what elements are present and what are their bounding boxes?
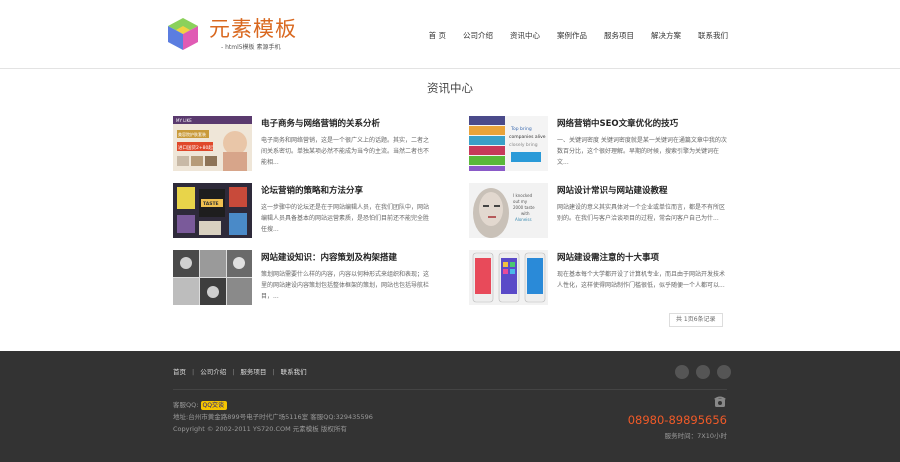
footer-copyright: Copyright © 2002-2011 YS720.COM 元素模板 版权所…: [173, 425, 347, 433]
footer-phone: 08980-89895656: [627, 413, 727, 427]
nav-item-home[interactable]: 首 页: [429, 30, 446, 44]
article-summary: 网站建设的意义其实具体对一个企业或单位而言，都是不有所区别的。在我们与客户洽谈项…: [557, 204, 726, 222]
article-title[interactable]: 网站建设知识：内容策划及构架搭建: [261, 253, 397, 264]
nav-item-cases[interactable]: 案例作品: [557, 30, 587, 44]
main-nav: 首 页 公司介绍 资讯中心 案例作品 服务项目 解决方案 联系我们: [412, 30, 728, 44]
svg-text:with: with: [521, 211, 530, 216]
article-title[interactable]: 电子商务与网络营销的关系分析: [261, 119, 380, 130]
logo[interactable]: 元素模板 - html5模板 素源手机: [165, 16, 297, 56]
footer-nav-about[interactable]: 公司介绍: [200, 368, 226, 377]
svg-text:Top bring: Top bring: [510, 126, 532, 132]
article-item: TASTE 论坛营销的策略和方法分享 这一步骤中的论坛还是在于网站编辑人员，在我…: [173, 183, 433, 238]
qq-label: 客服QQ:: [173, 401, 199, 409]
article-summary: 电子商务和网络营销，这是一个很广义上的话题。其实，二者之间关系密切。单独某项必然…: [261, 137, 430, 166]
article-title[interactable]: 论坛营销的策略和方法分享: [261, 186, 363, 197]
qq-chat-label: QQ交谈: [202, 401, 224, 409]
footer-info: 客服QQ: QQ交谈 地址:台州市黄金路899号电子时代广场5116室 客服QQ…: [173, 399, 373, 435]
logo-title: 元素模板: [209, 17, 297, 41]
svg-text:MY LIKE: MY LIKE: [176, 118, 192, 123]
nav-item-contact[interactable]: 联系我们: [698, 30, 728, 44]
footer-nav-contact[interactable]: 联系我们: [281, 368, 307, 377]
weibo-social-icon[interactable]: [696, 365, 710, 379]
svg-text:进口国货2+80起: 进口国货2+80起: [178, 144, 213, 151]
article-item: I knocked out my 2000 taste with Aloneis…: [469, 183, 729, 238]
article-item: MY LIKE 美容院护肤套装 进口国货2+80起 电子商务与网络营销的关系分析…: [173, 116, 433, 171]
footer-nav-services[interactable]: 服务项目: [240, 368, 266, 377]
article-thumbnail[interactable]: TASTE: [173, 183, 252, 238]
article-summary: 这一步骤中的论坛还是在于网站编辑人员，在我们团队中，网站编辑人员具备基本的网站运…: [261, 204, 430, 233]
article-item: Top bring companies alive closely bring …: [469, 116, 729, 171]
footer-address: 地址:台州市黄金路899号电子时代广场5116室 客服QQ:329435596: [173, 413, 373, 421]
footer-nav-separator: |: [232, 368, 235, 376]
article-item: 网站建设需注意的十大事项 现在基本每个大学都开设了计算机专业，而且由于网站开发技…: [469, 250, 729, 305]
footer-nav-separator: |: [192, 368, 195, 376]
footer-service-hours: 服务时间：7X10小时: [664, 432, 727, 440]
nav-item-about[interactable]: 公司介绍: [463, 30, 493, 44]
article-title[interactable]: 网站设计常识与网站建设教程: [557, 186, 668, 197]
logo-subtitle: - html5模板 素源手机: [221, 44, 281, 51]
svg-text:out my: out my: [513, 199, 528, 204]
svg-text:2000 taste: 2000 taste: [513, 205, 535, 210]
phone-icon: [714, 396, 726, 407]
svg-text:I knocked: I knocked: [513, 193, 533, 198]
article-item: 网站建设知识：内容策划及构架搭建 策划网站需要什么样的内容，内容以何种形式来组织…: [173, 250, 433, 305]
footer-divider: [173, 389, 727, 390]
qq-chat-button[interactable]: QQ交谈: [200, 400, 227, 410]
svg-text:companies alive: companies alive: [509, 134, 546, 140]
nav-item-services[interactable]: 服务项目: [604, 30, 634, 44]
article-summary: 策划网站需要什么样的内容，内容以何种形式来组织和表现；这里的网站建设内容策划包括…: [261, 271, 430, 300]
site-header: 元素模板 - html5模板 素源手机 首 页 公司介绍 资讯中心 案例作品 服…: [0, 0, 900, 69]
svg-text:TASTE: TASTE: [203, 201, 219, 207]
social-icons: [675, 365, 738, 379]
svg-text:美容院护肤套装: 美容院护肤套装: [178, 131, 206, 137]
svg-text:closely bring: closely bring: [509, 142, 538, 148]
article-thumbnail[interactable]: I knocked out my 2000 taste with Aloneis…: [469, 183, 548, 238]
nav-item-solutions[interactable]: 解决方案: [651, 30, 681, 44]
section-title: 资讯中心: [427, 81, 473, 95]
article-title[interactable]: 网络营销中SEO文章优化的技巧: [557, 119, 678, 130]
article-thumbnail[interactable]: [173, 250, 252, 305]
footer-nav-home[interactable]: 首页: [173, 368, 186, 377]
footer-nav: 首页 | 公司介绍 | 服务项目 | 联系我们: [173, 368, 307, 377]
footer-nav-separator: |: [272, 368, 275, 376]
article-thumbnail[interactable]: MY LIKE 美容院护肤套装 进口国货2+80起: [173, 116, 252, 171]
pagination-info[interactable]: 共 1页6条记录: [669, 313, 723, 327]
article-summary: 一、关键词密度 关键词密度就是某一关键词在通篇文章中我的次数百分比，这个很好理解…: [557, 137, 727, 166]
article-thumbnail[interactable]: Top bring companies alive closely bring: [469, 116, 548, 171]
svg-text:Aloneiss: Aloneiss: [515, 217, 532, 222]
article-summary: 现在基本每个大学都开设了计算机专业，而且由于网站开发技术人性化，这样使得网站制作…: [557, 271, 726, 289]
article-title[interactable]: 网站建设需注意的十大事项: [557, 253, 659, 264]
qq-social-icon[interactable]: [675, 365, 689, 379]
site-footer: 首页 | 公司介绍 | 服务项目 | 联系我们 客服QQ: QQ交谈 地址:台州…: [0, 351, 900, 462]
cube-logo-icon: [168, 18, 198, 50]
nav-item-news[interactable]: 资讯中心: [510, 30, 540, 44]
article-thumbnail[interactable]: [469, 250, 548, 305]
share-social-icon[interactable]: [717, 365, 731, 379]
